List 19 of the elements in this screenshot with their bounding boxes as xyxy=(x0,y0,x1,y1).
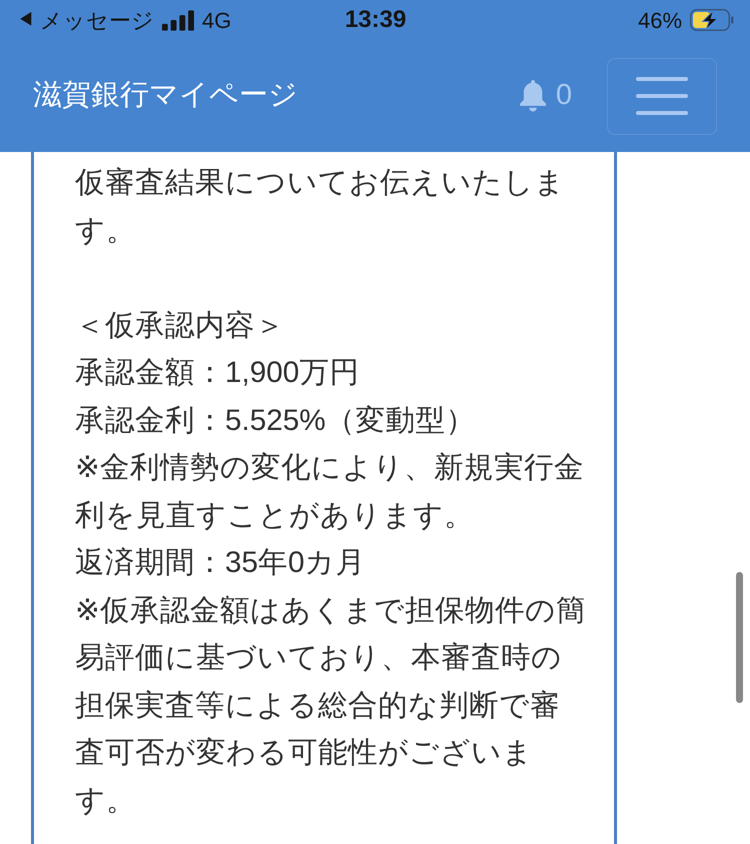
message-text: 承認金利：5.525%（変動型） xyxy=(75,402,477,438)
network-type: 4G xyxy=(202,6,232,34)
message-text: ＜仮承認内容＞ xyxy=(75,308,286,344)
message-text: 仮審査結果についてお伝えいたします。 xyxy=(75,165,566,248)
back-arrow-icon: ◀ xyxy=(17,7,34,33)
battery-charging-icon xyxy=(690,9,734,31)
message-text: 承認金額：1,900万円 xyxy=(75,355,360,391)
bell-icon xyxy=(518,80,548,112)
message-text: 返済期間：35年0カ月 xyxy=(75,545,367,581)
battery-percent: 46% xyxy=(638,6,682,34)
menu-button[interactable] xyxy=(607,58,717,134)
status-time: 13:39 xyxy=(344,5,406,35)
brand-link[interactable]: 滋賀銀行マイページ xyxy=(33,74,518,118)
message-text: ※金利情勢の変化により、新規実行金利を見直すことがあります。 xyxy=(75,450,585,534)
notifications-link[interactable]: 0 xyxy=(518,74,572,118)
back-link[interactable]: ◀ メッセージ xyxy=(17,4,154,36)
signal-icon xyxy=(162,10,194,30)
menu-icon xyxy=(636,76,688,116)
message-text: ※仮承認金額はあくまで担保物件の簡易評価に基づいており、本審査時の担保実査等による総合的な判断で審査可否が変わる可能性がございます。 xyxy=(75,592,587,818)
